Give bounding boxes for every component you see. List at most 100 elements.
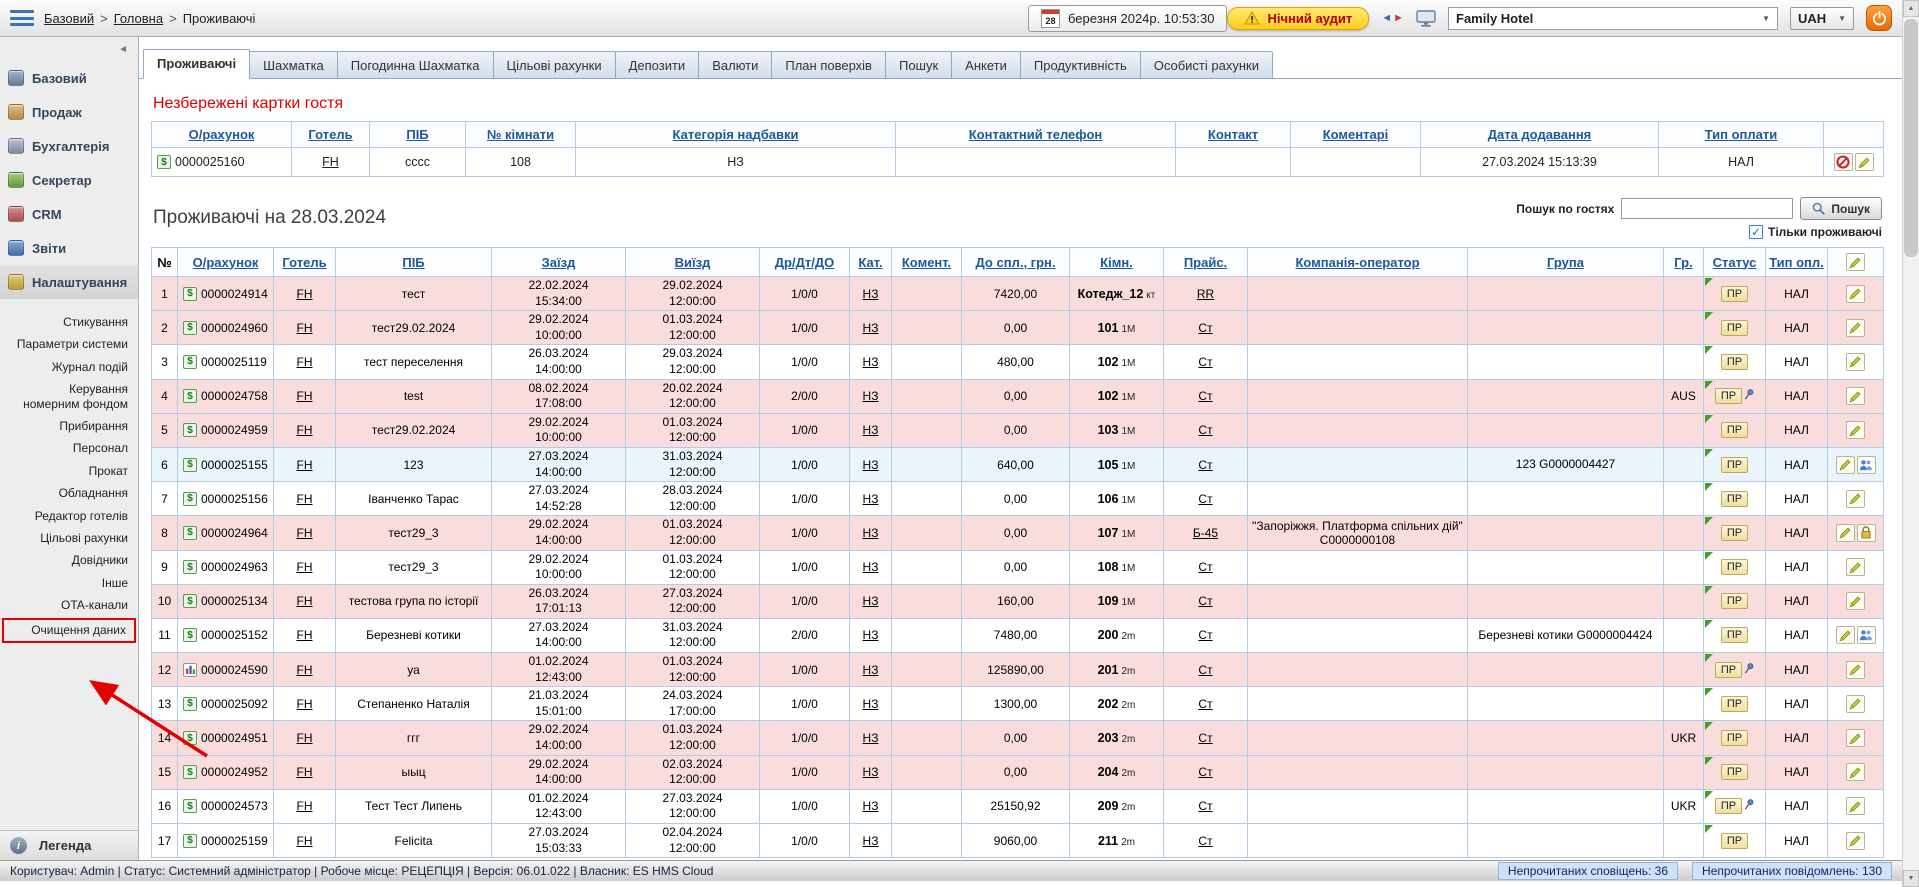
edit-guest-icon[interactable] <box>1846 661 1865 679</box>
sidebar-item-5[interactable]: Прибирання <box>0 415 138 437</box>
lock-icon[interactable] <box>1857 524 1876 542</box>
cell-category[interactable]: НЗ <box>850 447 892 481</box>
cell-category[interactable]: НЗ <box>850 755 892 789</box>
sidebar-item-4[interactable]: Керування номерним фондом <box>0 378 138 415</box>
sort-link[interactable]: ПІБ <box>406 127 428 142</box>
sidebar-item-2[interactable]: Параметри системи <box>0 333 138 355</box>
edit-guest-icon[interactable] <box>1846 387 1865 405</box>
edit-guest-icon[interactable] <box>1846 797 1865 815</box>
sidebar-item-11[interactable]: Довідники <box>0 549 138 571</box>
edit-guest-icon[interactable] <box>1846 558 1865 576</box>
sidebar-module-4[interactable]: Секретар <box>0 163 138 197</box>
cell-category[interactable]: НЗ <box>850 345 892 379</box>
group-icon[interactable] <box>1857 626 1876 644</box>
cell-price[interactable]: Ст <box>1164 584 1248 618</box>
sort-link[interactable]: Виїзд <box>675 255 711 270</box>
cell-price[interactable]: Ст <box>1164 482 1248 516</box>
cell-hotel[interactable]: FH <box>274 345 336 379</box>
resident-row[interactable]: 13$0000025092FHСтепаненко Наталія21.03.2… <box>152 687 1884 721</box>
resident-row[interactable]: 2$0000024960FHтест29.02.202429.02.202410… <box>152 311 1884 345</box>
sort-link[interactable]: Контакт <box>1208 127 1258 142</box>
cell-category[interactable]: НЗ <box>850 379 892 413</box>
sidebar-item-10[interactable]: Цільові рахунки <box>0 527 138 549</box>
cell-hotel[interactable]: FH <box>274 413 336 447</box>
cell-hotel[interactable]: FH <box>274 584 336 618</box>
cell-price[interactable]: Ст <box>1164 653 1248 687</box>
cancel-card-icon[interactable] <box>1834 153 1853 171</box>
sort-link[interactable]: Контактний телефон <box>969 127 1103 142</box>
tab-5[interactable]: Депозити <box>615 51 700 78</box>
search-button[interactable]: Пошук <box>1800 197 1882 220</box>
sort-link[interactable]: № кімнати <box>487 127 554 142</box>
cell-hotel[interactable]: FH <box>274 755 336 789</box>
edit-guest-icon[interactable] <box>1846 285 1865 303</box>
resident-row[interactable]: 16$0000024573FHТест Тест Липень01.02.202… <box>152 789 1884 823</box>
cell-category[interactable]: НЗ <box>850 277 892 311</box>
scroll-up-icon[interactable]: ▲ <box>1903 0 1919 17</box>
cell-price[interactable]: Ст <box>1164 311 1248 345</box>
sort-link[interactable]: Тип оплати <box>1705 127 1778 142</box>
resident-row[interactable]: 11$0000025152FHБерезневі котики27.03.202… <box>152 618 1884 652</box>
edit-guest-icon[interactable] <box>1846 592 1865 610</box>
sort-link[interactable]: Дата додавання <box>1488 127 1592 142</box>
resident-row[interactable]: 7$0000025156FHІванченко Тарас27.03.20241… <box>152 482 1884 516</box>
cell-category[interactable]: НЗ <box>850 789 892 823</box>
tab-8[interactable]: Пошук <box>885 51 952 78</box>
only-residents-checkbox[interactable]: ✓ <box>1749 225 1763 239</box>
resident-row[interactable]: 17$0000025159FHFelicita27.03.202415:03:3… <box>152 824 1884 858</box>
cell-category[interactable]: НЗ <box>850 482 892 516</box>
edit-guest-icon[interactable] <box>1846 729 1865 747</box>
tab-1[interactable]: Проживаючі <box>143 49 250 79</box>
scroll-down-icon[interactable]: ▼ <box>1903 870 1919 887</box>
cell-price[interactable]: Ст <box>1164 721 1248 755</box>
tab-4[interactable]: Цільові рахунки <box>493 51 616 78</box>
cell-price[interactable]: Ст <box>1164 618 1248 652</box>
sidebar-item-3[interactable]: Журнал подій <box>0 356 138 378</box>
menu-icon[interactable] <box>10 8 34 28</box>
sidebar-module-7[interactable]: Налаштування <box>0 265 138 299</box>
resident-row[interactable]: 4$0000024758FHtest08.02.202417:08:0020.0… <box>152 379 1884 413</box>
sidebar-module-5[interactable]: CRM <box>0 197 138 231</box>
sort-link[interactable]: Група <box>1547 255 1584 270</box>
tab-6[interactable]: Валюти <box>698 51 772 78</box>
resident-row[interactable]: 120000024590FHуа01.02.202412:43:0001.03.… <box>152 653 1884 687</box>
cell-hotel[interactable]: FH <box>274 516 336 550</box>
resident-row[interactable]: 3$0000025119FHтест переселення26.03.2024… <box>152 345 1884 379</box>
edit-column-icon[interactable] <box>1846 253 1865 271</box>
sort-link[interactable]: Кімн. <box>1100 255 1133 270</box>
hotel-select[interactable]: Family Hotel ▼ <box>1448 7 1778 30</box>
sidebar-item-7[interactable]: Прокат <box>0 460 138 482</box>
resident-row[interactable]: 1$0000024914FHтест22.02.202415:34:0029.0… <box>152 277 1884 311</box>
sidebar-item-14[interactable]: Очищення даних <box>2 618 136 642</box>
monitor-icon[interactable] <box>1416 10 1436 27</box>
cell-price[interactable]: Ст <box>1164 824 1248 858</box>
sort-link[interactable]: Заїзд <box>542 255 576 270</box>
unread-notifications-badge[interactable]: Непрочитаних сповіщень: 36 <box>1498 862 1678 880</box>
sort-link[interactable]: О/рахунок <box>193 255 259 270</box>
unsaved-row[interactable]: $0000025160FHсссс108НЗ27.03.2024 15:13:3… <box>152 148 1884 177</box>
cell-price[interactable]: Ст <box>1164 755 1248 789</box>
sort-link[interactable]: Гр. <box>1674 255 1692 270</box>
edit-guest-icon[interactable] <box>1846 319 1865 337</box>
sort-link[interactable]: Компанія-оператор <box>1295 255 1419 270</box>
resident-row[interactable]: 15$0000024952FHыыц29.02.202414:00:0002.0… <box>152 755 1884 789</box>
cell-category[interactable]: НЗ <box>850 721 892 755</box>
resident-row[interactable]: 9$0000024963FHтест29_329.02.202410:00:00… <box>152 550 1884 584</box>
resident-row[interactable]: 8$0000024964FHтест29_329.02.202414:00:00… <box>152 516 1884 550</box>
cell-category[interactable]: НЗ <box>850 516 892 550</box>
cell-category[interactable]: НЗ <box>850 618 892 652</box>
cell-hotel[interactable]: FH <box>274 687 336 721</box>
tab-7[interactable]: План поверхів <box>771 51 886 78</box>
collapse-sidebar-button[interactable]: ◄ <box>0 37 138 61</box>
sidebar-item-1[interactable]: Стикування <box>0 311 138 333</box>
cell-hotel[interactable]: FH <box>274 824 336 858</box>
scrollbar-thumb[interactable] <box>1904 19 1918 257</box>
sort-link[interactable]: Коментарі <box>1323 127 1389 142</box>
cell-hotel[interactable]: FH <box>274 482 336 516</box>
cell-category[interactable]: НЗ <box>850 653 892 687</box>
edit-guest-icon[interactable] <box>1846 832 1865 850</box>
group-icon[interactable] <box>1857 456 1876 474</box>
cell-hotel[interactable]: FH <box>274 379 336 413</box>
sort-link[interactable]: Комент. <box>902 255 951 270</box>
tab-10[interactable]: Продуктивність <box>1020 51 1141 78</box>
